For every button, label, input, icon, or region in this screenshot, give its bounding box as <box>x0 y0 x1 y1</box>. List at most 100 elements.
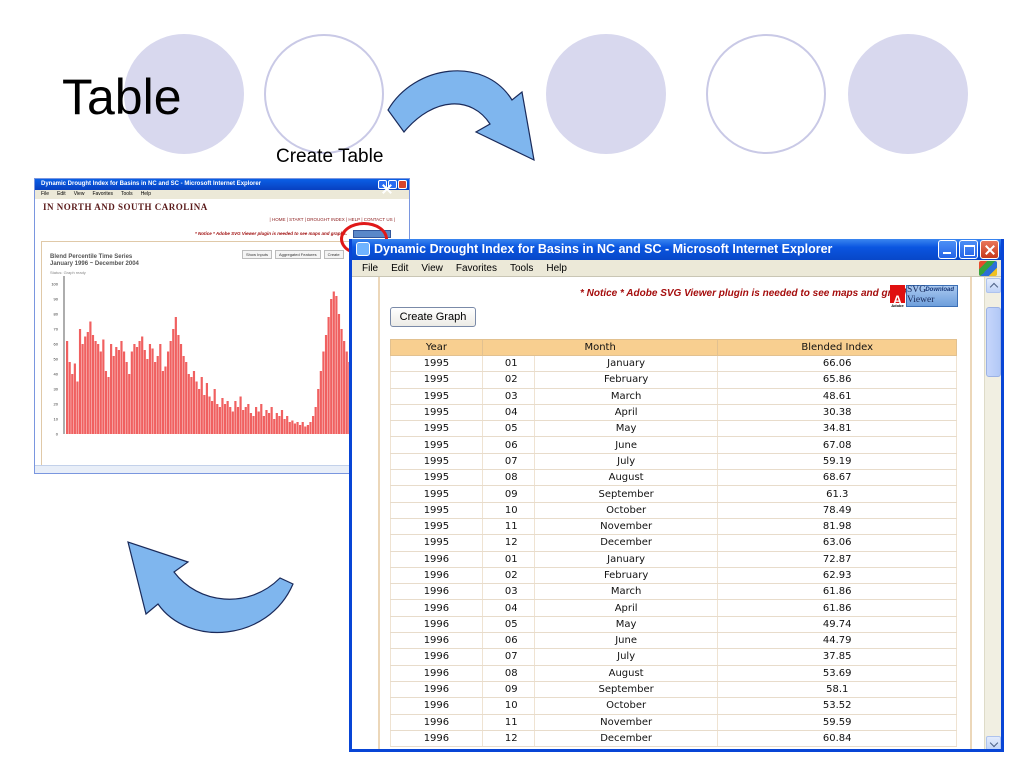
chart-bar <box>133 344 136 434</box>
cell-month-number: 09 <box>481 681 535 699</box>
chart-bar <box>198 389 201 434</box>
chart-bar <box>283 419 286 434</box>
table-row: 1995 12 December 63.06 <box>390 534 957 552</box>
chart-bar <box>117 350 120 434</box>
small-nav-links[interactable]: | HOME | START | DROUGHT INDEX | HELP | … <box>270 217 395 222</box>
create-graph-button[interactable]: Create Graph <box>390 307 476 327</box>
cell-month-name: October <box>533 697 719 715</box>
chart-bar <box>296 422 299 434</box>
header-blended-index: Blended Index <box>717 339 957 356</box>
cell-blended-index: 59.59 <box>717 714 957 731</box>
cell-month-name: September <box>533 681 719 699</box>
menu-favorites[interactable]: Favorites <box>456 260 497 276</box>
chart-bar <box>110 344 113 434</box>
cell-month-name: September <box>533 485 719 503</box>
adobe-svg-download-badge[interactable]: A Download SVG Viewer <box>890 284 958 308</box>
chart-bar <box>203 395 206 434</box>
svg-viewer-badge: Download SVG Viewer <box>906 285 958 307</box>
chart-bar <box>159 344 162 434</box>
cell-year: 1996 <box>390 551 483 568</box>
cell-month-number: 03 <box>481 583 535 601</box>
small-window-title: Dynamic Drought Index for Basins in NC a… <box>41 181 262 187</box>
cell-blended-index: 53.52 <box>717 697 957 715</box>
chart-bar <box>91 335 95 434</box>
chart-bar <box>192 371 196 434</box>
menu-edit[interactable]: Edit <box>391 260 408 276</box>
chart-bar <box>84 336 87 434</box>
cell-blended-index: 68.67 <box>717 469 957 487</box>
small-menu-tools[interactable]: Tools <box>121 190 133 199</box>
cell-year: 1995 <box>390 453 483 471</box>
cell-year: 1995 <box>390 404 483 422</box>
chart-bar <box>324 335 328 434</box>
small-menu-view[interactable]: View <box>74 190 85 199</box>
big-window-titlebar: Dynamic Drought Index for Basins in NC a… <box>352 239 1001 260</box>
cell-month-number: 11 <box>481 714 535 731</box>
menu-help[interactable]: Help <box>546 260 567 276</box>
cell-year: 1996 <box>390 730 483 748</box>
small-menu-favorites[interactable]: Favorites <box>92 190 113 199</box>
small-content-area: Blend Percentile Time Series January 199… <box>41 241 381 465</box>
cell-blended-index: 61.86 <box>717 599 957 617</box>
small-menubar: File Edit View Favorites Tools Help <box>35 190 409 199</box>
chart-bar <box>213 389 216 434</box>
decor-circle-4 <box>706 34 826 154</box>
scroll-down-icon[interactable] <box>986 736 1001 749</box>
scroll-up-icon[interactable] <box>986 278 1001 293</box>
curved-arrow-right-icon <box>387 70 535 162</box>
scroll-thumb[interactable] <box>986 307 1001 377</box>
aggregated-features-button[interactable]: Aggregated Features <box>275 250 321 259</box>
table-row: 1996 01 January 72.87 <box>390 551 957 568</box>
chart-bar <box>335 296 338 434</box>
close-icon[interactable] <box>980 240 999 259</box>
chart-bar <box>278 416 281 434</box>
chart-bar <box>107 377 110 434</box>
cell-month-number: 12 <box>481 534 535 552</box>
chart-bar <box>179 344 183 434</box>
chart-bar <box>128 374 131 434</box>
y-tick-label: 50 <box>54 357 59 362</box>
table-row: 1995 07 July 59.19 <box>390 453 957 471</box>
cell-month-name: March <box>533 388 719 405</box>
cell-month-name: April <box>533 404 719 422</box>
create-button[interactable]: Create <box>323 250 344 259</box>
chart-bar <box>190 377 193 434</box>
show-inputs-button[interactable]: Show Inputs <box>242 250 273 259</box>
cell-month-number: 01 <box>481 551 535 568</box>
chart-bar <box>330 299 333 434</box>
menu-tools[interactable]: Tools <box>510 260 533 276</box>
table-row: 1996 04 April 61.86 <box>390 599 957 617</box>
small-menu-file[interactable]: File <box>41 190 49 199</box>
cell-month-name: March <box>533 583 719 601</box>
maximize-icon[interactable] <box>959 240 978 259</box>
chart-bar <box>208 396 211 434</box>
cell-month-name: November <box>533 714 719 731</box>
small-site-header: IN NORTH AND SOUTH CAROLINA <box>43 202 208 212</box>
small-menu-help[interactable]: Help <box>141 190 151 199</box>
cell-month-number: 02 <box>481 567 535 585</box>
chart-bar <box>161 371 164 434</box>
small-close-icon[interactable] <box>398 180 407 189</box>
chart-bar <box>130 351 133 434</box>
minimize-icon[interactable] <box>938 240 957 259</box>
chart-bar <box>73 363 76 434</box>
cell-blended-index: 67.08 <box>717 436 957 454</box>
table-row: 1996 03 March 61.86 <box>390 583 957 601</box>
cell-month-number: 12 <box>481 730 535 748</box>
cell-blended-index: 62.93 <box>717 567 957 585</box>
chart-bar <box>332 291 335 434</box>
chart-bar <box>322 351 325 434</box>
menu-file[interactable]: File <box>362 260 378 276</box>
windows-logo-icon <box>979 261 997 276</box>
vertical-scrollbar[interactable] <box>984 277 1001 749</box>
chart-bar <box>146 359 149 434</box>
small-chart-title: Blend Percentile Time Series January 199… <box>50 254 139 268</box>
big-window-title: Dynamic Drought Index for Basins in NC a… <box>374 242 833 256</box>
cell-year: 1995 <box>390 436 483 454</box>
table-row: 1996 05 May 49.74 <box>390 616 957 634</box>
table-row: 1996 02 February 62.93 <box>390 567 957 585</box>
small-menu-edit[interactable]: Edit <box>57 190 66 199</box>
table-row: 1996 11 November 59.59 <box>390 714 957 731</box>
menu-view[interactable]: View <box>421 260 443 276</box>
chart-bar <box>221 398 224 434</box>
